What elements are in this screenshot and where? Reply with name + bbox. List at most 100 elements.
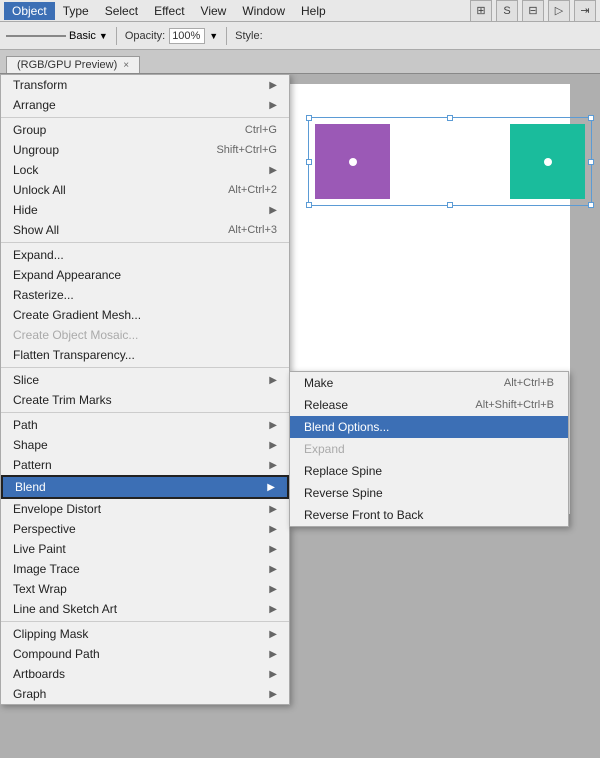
compound-path-arrow: ▶ [269, 649, 277, 660]
submenu-release[interactable]: Release Alt+Shift+Ctrl+B [290, 394, 568, 416]
menu-live-paint[interactable]: Live Paint ▶ [1, 539, 289, 559]
menu-item-object[interactable]: Object [4, 2, 55, 20]
blend-arrow: ▶ [267, 482, 275, 493]
divider-5 [1, 621, 289, 622]
divider-4 [1, 412, 289, 413]
layout-icon[interactable]: ⊟ [522, 0, 544, 22]
path-arrow: ▶ [269, 420, 277, 431]
opacity-value[interactable]: 100% [169, 28, 205, 44]
pattern-arrow: ▶ [269, 460, 277, 471]
toolbar: Basic ▼ Opacity: 100% ▼ Style: [0, 22, 600, 50]
menu-expand-appearance[interactable]: Expand Appearance [1, 265, 289, 285]
menu-line-sketch[interactable]: Line and Sketch Art ▶ [1, 599, 289, 619]
submenu-blend-options[interactable]: Blend Options... [290, 416, 568, 438]
graph-arrow: ▶ [269, 689, 277, 700]
menu-item-effect[interactable]: Effect [146, 2, 192, 20]
menu-image-trace[interactable]: Image Trace ▶ [1, 559, 289, 579]
top-icons: ⊞ S ⊟ ▷ ⇥ [470, 0, 596, 22]
release-shortcut: Alt+Shift+Ctrl+B [475, 399, 554, 411]
menu-item-help[interactable]: Help [293, 2, 334, 20]
grid-icon[interactable]: ⊞ [470, 0, 492, 22]
menu-text-wrap[interactable]: Text Wrap ▶ [1, 579, 289, 599]
handle-mr[interactable] [588, 159, 594, 165]
submenu-replace-spine[interactable]: Replace Spine [290, 460, 568, 482]
menu-bar: Object Type Select Effect View Window He… [0, 0, 600, 22]
menu-pattern[interactable]: Pattern ▶ [1, 455, 289, 475]
submenu-reverse-spine[interactable]: Reverse Spine [290, 482, 568, 504]
perspective-arrow: ▶ [269, 524, 277, 535]
menu-create-gradient-mesh[interactable]: Create Gradient Mesh... [1, 305, 289, 325]
menu-blend[interactable]: Blend ▶ [1, 475, 289, 499]
clipping-arrow: ▶ [269, 629, 277, 640]
menu-create-object-mosaic[interactable]: Create Object Mosaic... [1, 325, 289, 345]
opacity-arrow-icon[interactable]: ▼ [209, 31, 218, 41]
divider-1 [1, 117, 289, 118]
submenu-make[interactable]: Make Alt+Ctrl+B [290, 372, 568, 394]
unlock-shortcut: Alt+Ctrl+2 [228, 184, 277, 196]
stroke-label: Basic [69, 30, 96, 42]
submenu-expand[interactable]: Expand [290, 438, 568, 460]
handle-tr[interactable] [588, 115, 594, 121]
handle-tm[interactable] [447, 115, 453, 121]
menu-expand[interactable]: Expand... [1, 245, 289, 265]
handle-br[interactable] [588, 202, 594, 208]
style-label: Style: [235, 30, 263, 42]
handle-bl[interactable] [306, 202, 312, 208]
menu-compound-path[interactable]: Compound Path ▶ [1, 644, 289, 664]
artboards-arrow: ▶ [269, 669, 277, 680]
menu-create-trim-marks[interactable]: Create Trim Marks [1, 390, 289, 410]
menu-ungroup[interactable]: Ungroup Shift+Ctrl+G [1, 140, 289, 160]
workspace: Transform ▶ Arrange ▶ Group Ctrl+G Ungro… [0, 74, 600, 758]
line-sketch-arrow: ▶ [269, 604, 277, 615]
tab-rgb-preview[interactable]: (RGB/GPU Preview) × [6, 56, 140, 73]
at-icon[interactable]: S [496, 0, 518, 22]
text-wrap-arrow: ▶ [269, 584, 277, 595]
menu-item-view[interactable]: View [193, 2, 235, 20]
live-paint-arrow: ▶ [269, 544, 277, 555]
handle-bm[interactable] [447, 202, 453, 208]
stroke-line [6, 35, 66, 37]
menu-item-type[interactable]: Type [55, 2, 97, 20]
stroke-selector[interactable]: Basic ▼ [6, 30, 108, 42]
menu-shape[interactable]: Shape ▶ [1, 435, 289, 455]
divider-3 [1, 367, 289, 368]
tab-label: (RGB/GPU Preview) [17, 59, 117, 71]
menu-group[interactable]: Group Ctrl+G [1, 120, 289, 140]
selection-box [308, 117, 592, 206]
share-icon[interactable]: ⇥ [574, 0, 596, 22]
transform-arrow: ▶ [269, 80, 277, 91]
object-menu: Transform ▶ Arrange ▶ Group Ctrl+G Ungro… [0, 74, 290, 705]
handle-tl[interactable] [306, 115, 312, 121]
tab-bar: (RGB/GPU Preview) × [0, 50, 600, 74]
publish-icon[interactable]: ▷ [548, 0, 570, 22]
menu-rasterize[interactable]: Rasterize... [1, 285, 289, 305]
menu-lock[interactable]: Lock ▶ [1, 160, 289, 180]
menu-path[interactable]: Path ▶ [1, 415, 289, 435]
tab-close-button[interactable]: × [123, 60, 129, 71]
handle-ml[interactable] [306, 159, 312, 165]
hide-arrow: ▶ [269, 205, 277, 216]
stroke-dropdown-icon[interactable]: ▼ [99, 31, 108, 41]
menu-perspective[interactable]: Perspective ▶ [1, 519, 289, 539]
menu-show-all[interactable]: Show All Alt+Ctrl+3 [1, 220, 289, 240]
menu-slice[interactable]: Slice ▶ [1, 370, 289, 390]
menu-clipping-mask[interactable]: Clipping Mask ▶ [1, 624, 289, 644]
image-trace-arrow: ▶ [269, 564, 277, 575]
menu-flatten-transparency[interactable]: Flatten Transparency... [1, 345, 289, 365]
submenu-reverse-front-to-back[interactable]: Reverse Front to Back [290, 504, 568, 526]
menu-hide[interactable]: Hide ▶ [1, 200, 289, 220]
arrange-arrow: ▶ [269, 100, 277, 111]
menu-arrange[interactable]: Arrange ▶ [1, 95, 289, 115]
menu-item-select[interactable]: Select [97, 2, 146, 20]
menu-transform[interactable]: Transform ▶ [1, 75, 289, 95]
menu-artboards[interactable]: Artboards ▶ [1, 664, 289, 684]
menu-envelope-distort[interactable]: Envelope Distort ▶ [1, 499, 289, 519]
divider-2 [1, 242, 289, 243]
shape-arrow: ▶ [269, 440, 277, 451]
show-all-shortcut: Alt+Ctrl+3 [228, 224, 277, 236]
make-shortcut: Alt+Ctrl+B [504, 377, 554, 389]
toolbar-separator-2 [226, 27, 227, 45]
menu-unlock-all[interactable]: Unlock All Alt+Ctrl+2 [1, 180, 289, 200]
menu-graph[interactable]: Graph ▶ [1, 684, 289, 704]
menu-item-window[interactable]: Window [234, 2, 293, 20]
